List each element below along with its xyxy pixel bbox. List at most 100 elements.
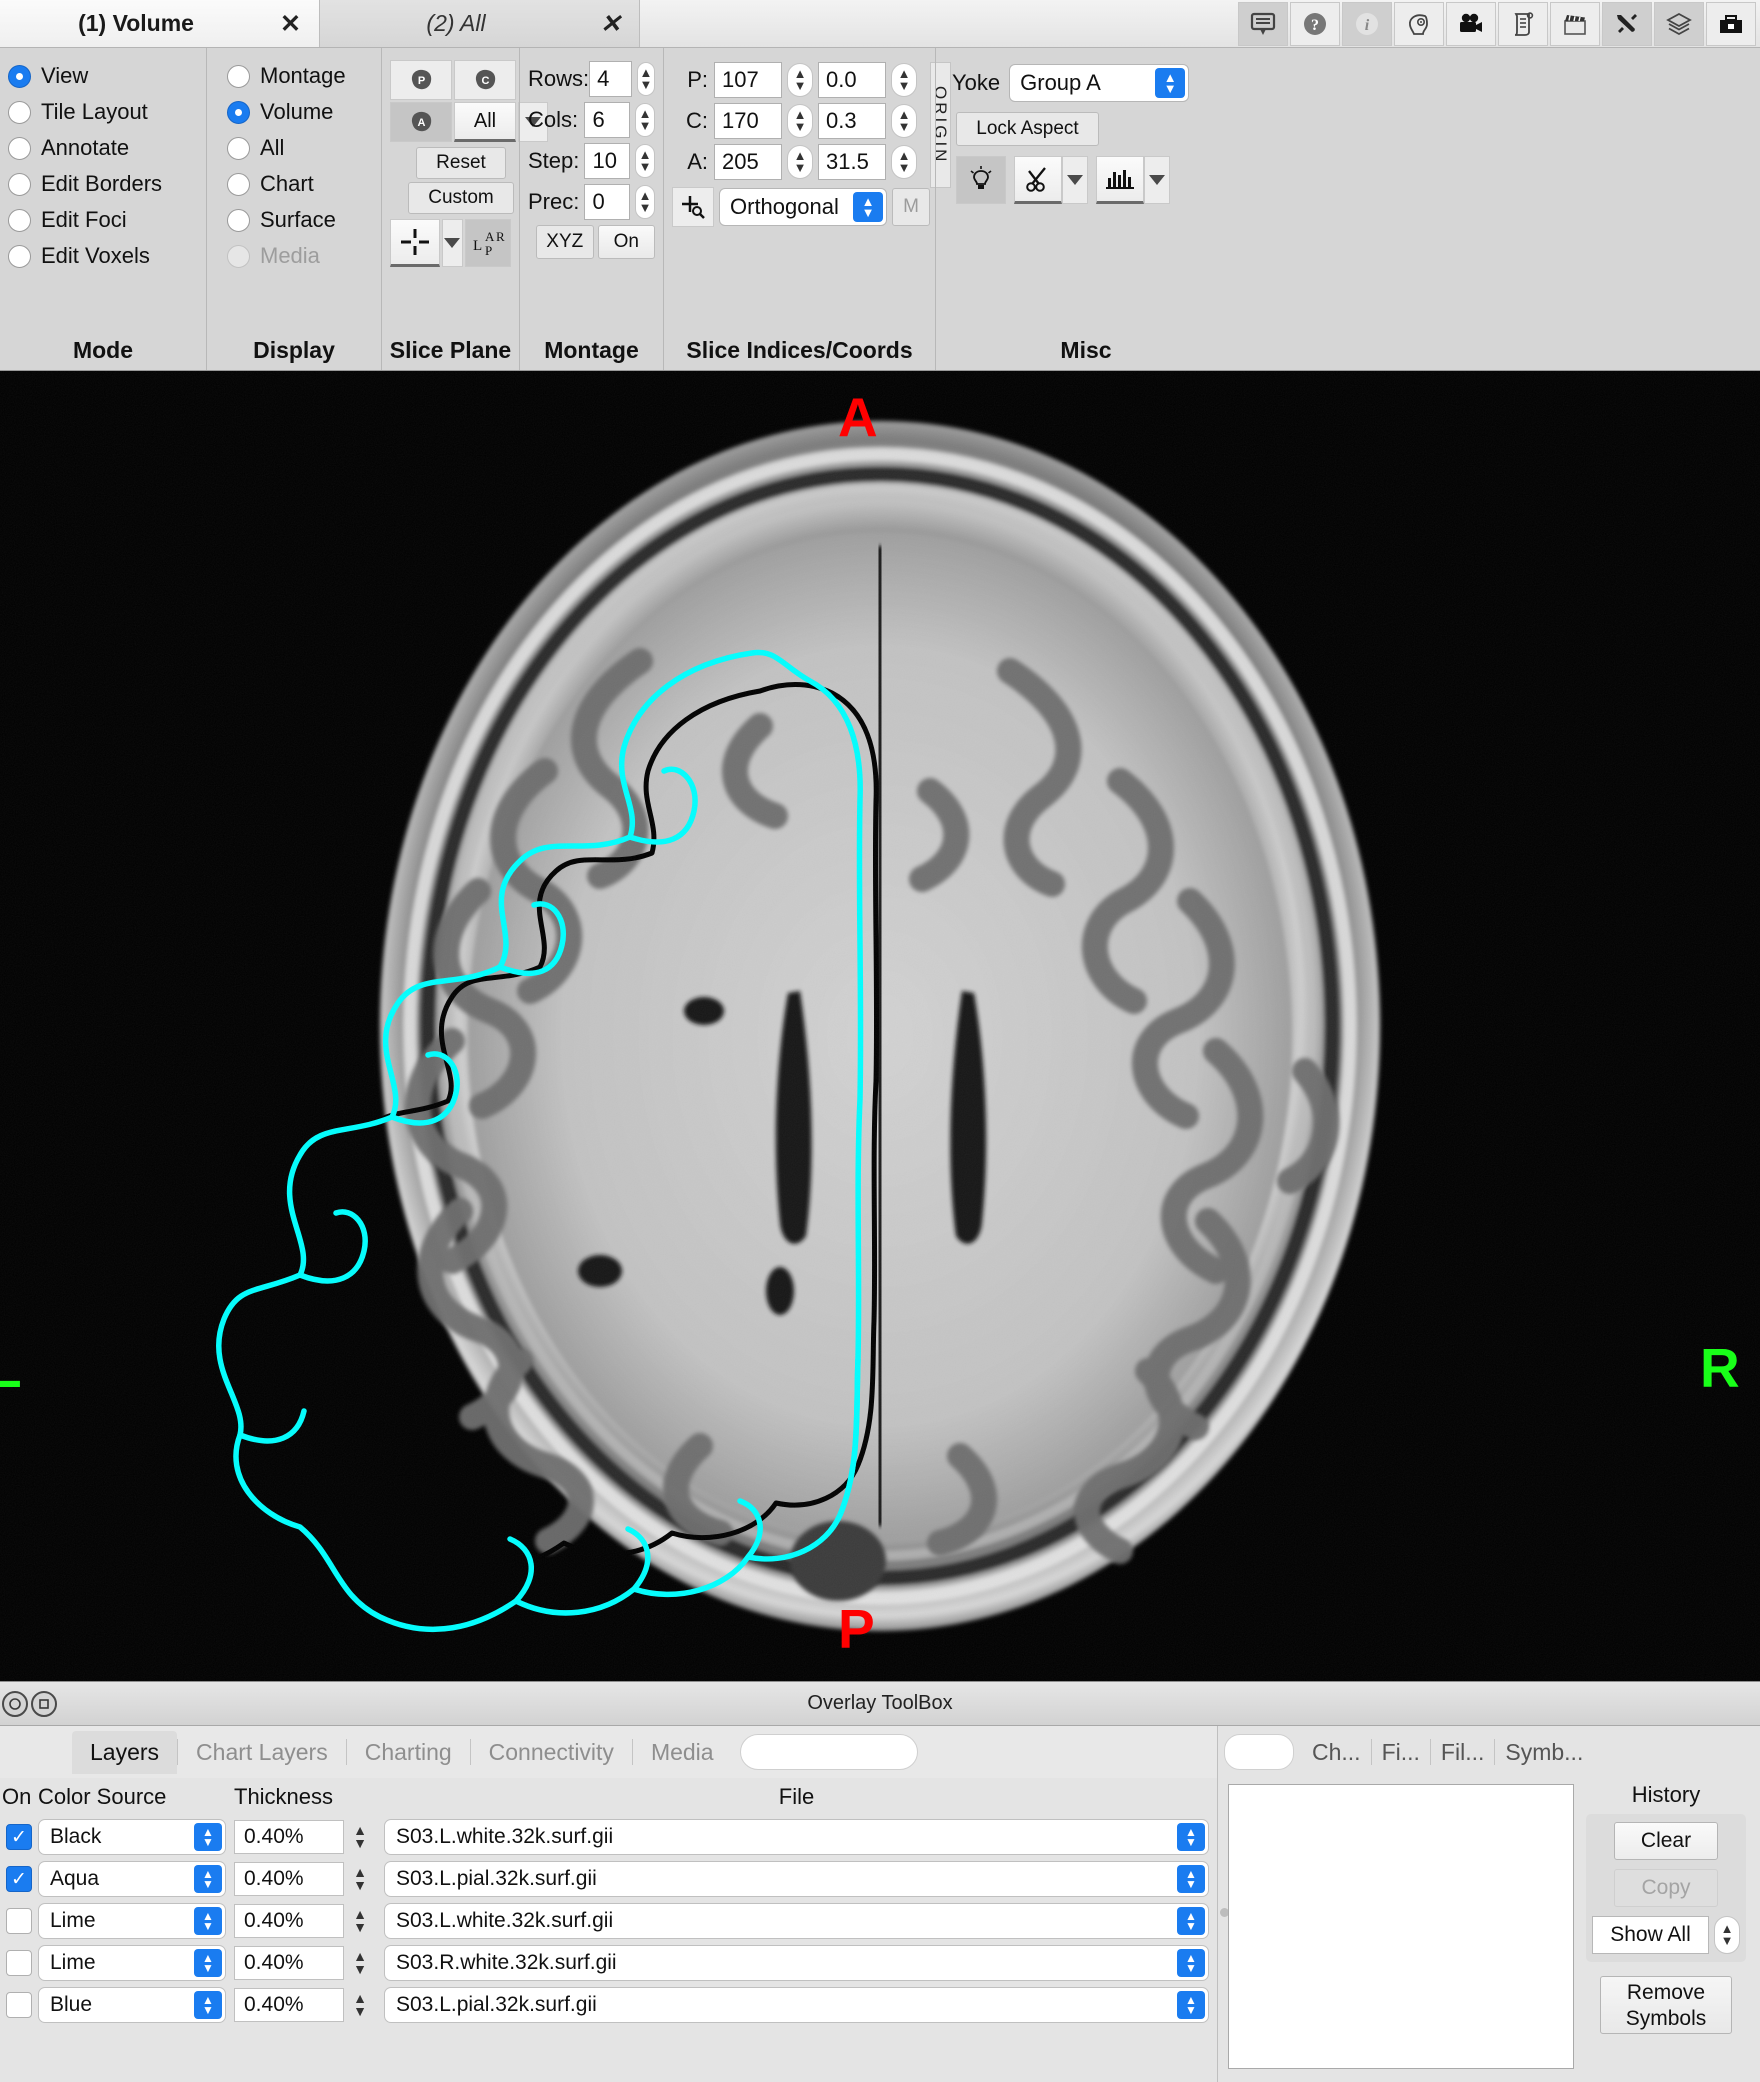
histogram-icon[interactable] <box>1096 156 1144 204</box>
history-show-all-stepper[interactable]: ▲ ▼ <box>1714 1916 1740 1954</box>
movie-camera-icon[interactable] <box>1446 1 1496 46</box>
mode-option-edit-foci[interactable]: Edit Foci <box>8 202 198 238</box>
montage-rows-input[interactable]: 4 <box>589 61 632 97</box>
tab-connectivity[interactable]: Connectivity <box>471 1731 632 1774</box>
montage-cols-stepper[interactable]: ▲ ▼ <box>635 103 655 137</box>
display-option-chart[interactable]: Chart <box>227 166 373 202</box>
layer-color-source-select[interactable]: Lime ▲ ▼ <box>38 1945 226 1981</box>
clapperboard-icon[interactable] <box>1550 1 1600 46</box>
tab-media[interactable]: Media <box>633 1731 732 1774</box>
scene-scroll-icon[interactable] <box>1498 1 1548 46</box>
help-question-icon[interactable]: ? <box>1290 1 1340 46</box>
layer-file-select[interactable]: S03.L.white.32k.surf.gii ▲ ▼ <box>384 1903 1209 1939</box>
window-float-icon[interactable] <box>31 1690 57 1717</box>
tab-layers[interactable]: Layers <box>72 1730 178 1774</box>
layer-color-source-select[interactable]: Blue ▲ ▼ <box>38 1987 226 2023</box>
slice-plane-coronal-button[interactable]: C <box>454 60 516 100</box>
scissors-icon[interactable] <box>1014 156 1062 204</box>
lock-aspect-button[interactable]: Lock Aspect <box>956 112 1099 146</box>
right-pane-search-input[interactable] <box>1224 1734 1294 1770</box>
tab-chart-short[interactable]: Ch... <box>1302 1733 1371 1772</box>
layer-file-select[interactable]: S03.L.pial.32k.surf.gii ▲ ▼ <box>384 1987 1209 2023</box>
overlay-toolbox-search-input[interactable] <box>739 1734 918 1770</box>
slice-coord-c-stepper[interactable]: ▲ ▼ <box>891 103 917 138</box>
montage-step-stepper[interactable]: ▲ ▼ <box>635 144 655 178</box>
layer-file-select[interactable]: S03.L.pial.32k.surf.gii ▲ ▼ <box>384 1861 1209 1897</box>
layer-enabled-checkbox[interactable] <box>6 1992 32 2018</box>
layer-file-select[interactable]: S03.R.white.32k.surf.gii ▲ ▼ <box>384 1945 1209 1981</box>
tab-volume-close-icon[interactable]: ✕ <box>280 9 301 39</box>
slice-coord-p-input[interactable]: 0.0 <box>818 61 886 98</box>
remove-symbols-button[interactable]: Remove Symbols <box>1600 1976 1732 2034</box>
tab-all[interactable]: (2) All ✕ <box>320 0 640 47</box>
window-minimize-icon[interactable] <box>2 1690 28 1717</box>
montage-rows-stepper[interactable]: ▲ ▼ <box>636 62 655 96</box>
layer-enabled-checkbox[interactable] <box>6 1950 32 1976</box>
layer-color-source-select[interactable]: Lime ▲ ▼ <box>38 1903 226 1939</box>
mode-option-tile-layout[interactable]: Tile Layout <box>8 94 198 130</box>
slice-plane-axial-button[interactable]: A <box>390 102 452 142</box>
slice-index-p-stepper[interactable]: ▲ ▼ <box>787 62 813 97</box>
slice-coord-a-input[interactable]: 31.5 <box>818 143 886 180</box>
information-log-textarea[interactable] <box>1228 1784 1574 2069</box>
history-clear-button[interactable]: Clear <box>1614 1822 1718 1860</box>
tab-volume[interactable]: (1) Volume ✕ <box>0 0 320 47</box>
slice-plane-custom-button[interactable]: Custom <box>408 182 514 214</box>
tools-preferences-icon[interactable] <box>1602 1 1652 46</box>
slice-plane-parasagittal-button[interactable]: P <box>390 60 452 100</box>
slice-projection-select[interactable]: Orthogonal ▲ ▼ <box>719 188 887 226</box>
display-option-volume[interactable]: Volume <box>227 94 373 130</box>
brain-identify-icon[interactable] <box>1394 1 1444 46</box>
montage-xyz-button[interactable]: XYZ <box>536 225 594 259</box>
slice-coord-c-input[interactable]: 0.3 <box>818 102 886 139</box>
slice-plane-reset-button[interactable]: Reset <box>416 147 506 179</box>
slice-plane-all-button[interactable]: All <box>454 102 516 142</box>
mode-option-edit-voxels[interactable]: Edit Voxels <box>8 238 198 274</box>
history-show-all-input[interactable]: Show All <box>1592 1916 1709 1954</box>
mode-option-annotate[interactable]: Annotate <box>8 130 198 166</box>
slice-coord-p-stepper[interactable]: ▲ ▼ <box>891 62 917 97</box>
histogram-dropdown[interactable] <box>1144 156 1170 204</box>
tab-fiber-short[interactable]: Fi... <box>1372 1733 1430 1772</box>
layer-thickness-stepper[interactable]: ▲ ▼ <box>348 1862 372 1896</box>
layer-enabled-checkbox[interactable] <box>6 1908 32 1934</box>
display-option-surface[interactable]: Surface <box>227 202 373 238</box>
tab-symbols-short[interactable]: Symb... <box>1495 1733 1593 1772</box>
layer-thickness-input[interactable]: 0.40% <box>234 1904 344 1938</box>
slice-orientation-labels-button[interactable]: LAPR <box>464 219 511 267</box>
yoke-select[interactable]: Group A ▲ ▼ <box>1009 64 1190 102</box>
slice-index-p-input[interactable]: 107 <box>714 61 782 98</box>
display-option-all[interactable]: All <box>227 130 373 166</box>
layer-thickness-stepper[interactable]: ▲ ▼ <box>348 1820 372 1854</box>
tab-filter-short[interactable]: Fil... <box>1431 1733 1494 1772</box>
layer-thickness-input[interactable]: 0.40% <box>234 1946 344 1980</box>
display-option-montage[interactable]: Montage <box>227 58 373 94</box>
layer-thickness-input[interactable]: 0.40% <box>234 1820 344 1854</box>
layer-enabled-checkbox[interactable]: ✓ <box>6 1866 32 1892</box>
identify-crosshair-icon[interactable] <box>672 187 714 227</box>
layer-enabled-checkbox[interactable]: ✓ <box>6 1824 32 1850</box>
light-bulb-icon[interactable] <box>956 156 1006 204</box>
slice-coord-a-stepper[interactable]: ▲ ▼ <box>891 144 917 179</box>
slice-crosshair-button[interactable] <box>390 219 440 267</box>
slice-index-c-input[interactable]: 170 <box>714 102 782 139</box>
layer-thickness-stepper[interactable]: ▲ ▼ <box>348 1946 372 1980</box>
slice-crosshair-dropdown[interactable] <box>441 219 463 267</box>
montage-on-button[interactable]: On <box>597 225 655 259</box>
layer-thickness-stepper[interactable]: ▲ ▼ <box>348 1988 372 2022</box>
tab-charting[interactable]: Charting <box>347 1731 470 1774</box>
volume-slice-viewport[interactable]: A P L R <box>0 371 1760 1681</box>
slice-index-a-stepper[interactable]: ▲ ▼ <box>787 144 813 179</box>
montage-prec-input[interactable]: 0 <box>584 184 631 220</box>
information-balloon-icon[interactable] <box>1238 1 1288 46</box>
tab-all-close-icon[interactable]: ✕ <box>600 9 621 39</box>
montage-prec-stepper[interactable]: ▲ ▼ <box>635 185 655 219</box>
layer-color-source-select[interactable]: Aqua ▲ ▼ <box>38 1861 226 1897</box>
scissors-dropdown[interactable] <box>1062 156 1088 204</box>
mode-option-edit-borders[interactable]: Edit Borders <box>8 166 198 202</box>
toolbox-case-icon[interactable] <box>1706 1 1756 46</box>
montage-cols-input[interactable]: 6 <box>584 102 631 138</box>
layer-color-source-select[interactable]: Black ▲ ▼ <box>38 1819 226 1855</box>
layer-thickness-input[interactable]: 0.40% <box>234 1862 344 1896</box>
slice-index-c-stepper[interactable]: ▲ ▼ <box>787 103 813 138</box>
